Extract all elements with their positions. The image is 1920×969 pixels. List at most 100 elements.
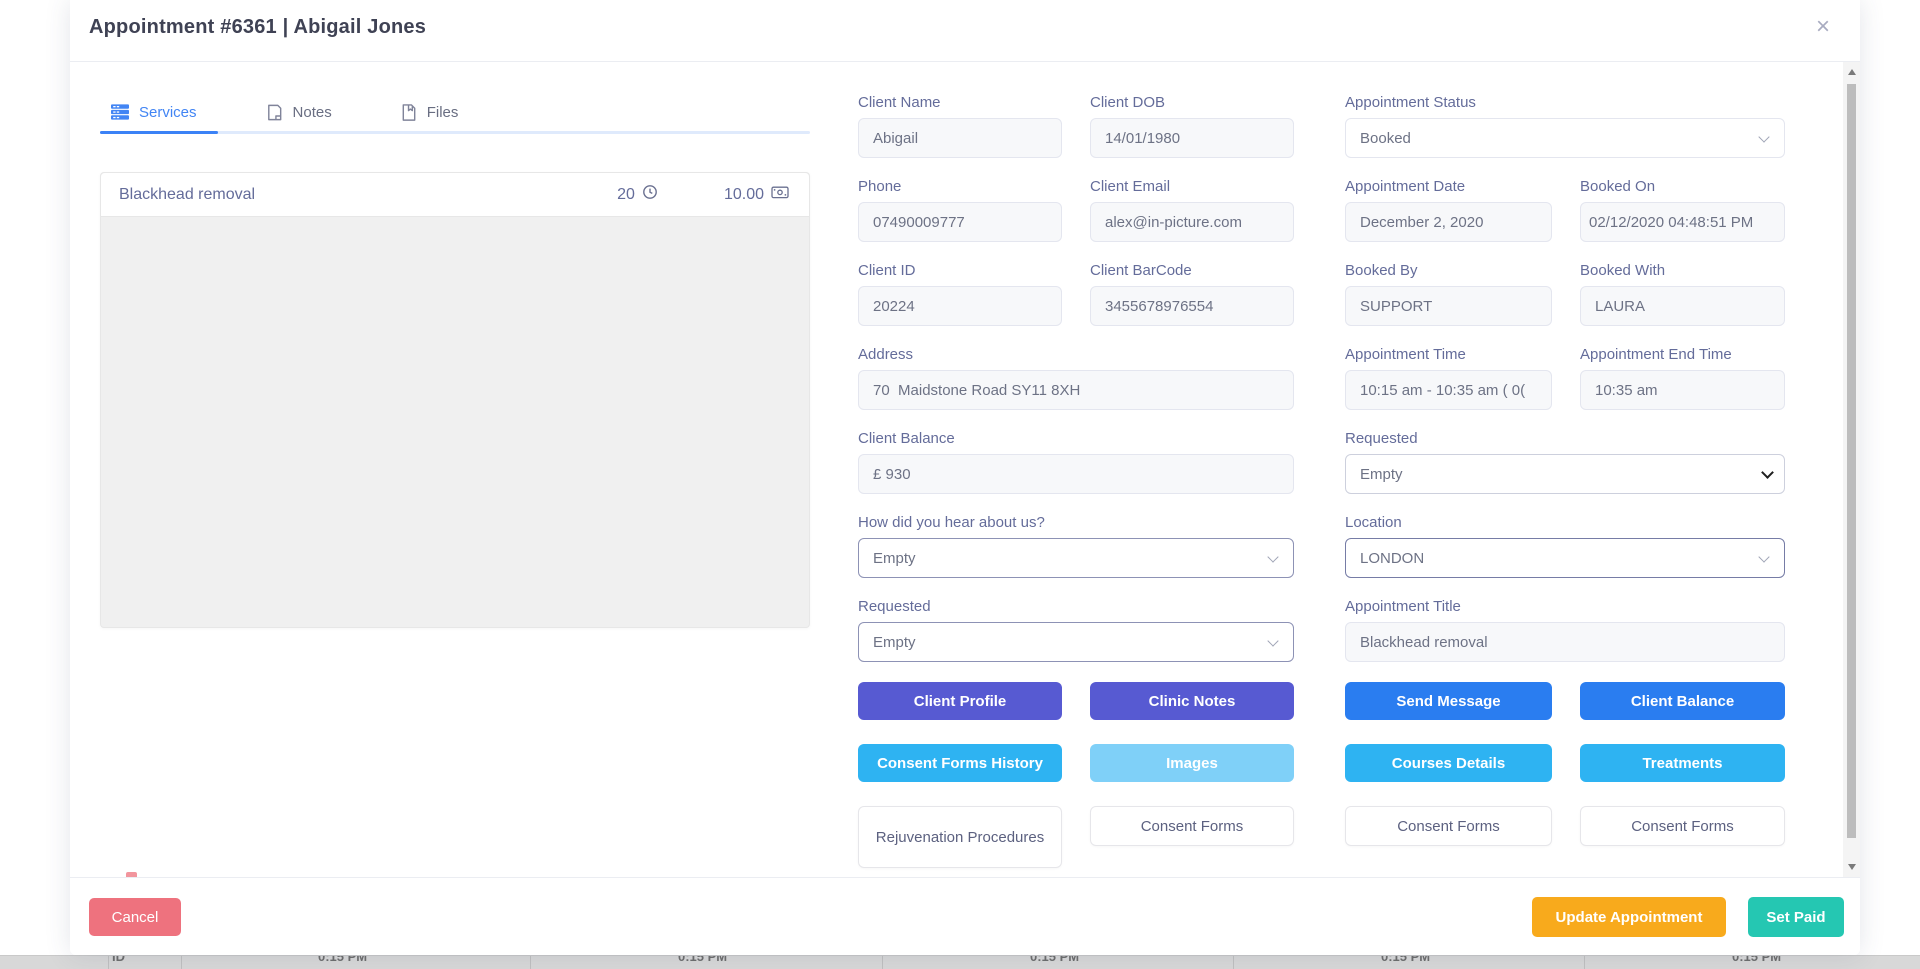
requested-value: Empty — [1360, 466, 1403, 483]
tab-files[interactable]: Files — [390, 103, 459, 122]
appointment-status-value: Booked — [1360, 130, 1411, 147]
divider — [882, 956, 883, 969]
client-dob-label: Client DOB — [1090, 94, 1294, 111]
modal-body: Services Notes — [70, 62, 1860, 877]
chevron-down-icon — [1758, 131, 1769, 142]
courses-details-button[interactable]: Courses Details — [1345, 744, 1552, 782]
tab-files-label: Files — [427, 104, 459, 121]
stray-red-mark — [126, 872, 137, 877]
bg-column-time: 0:15 PM — [1030, 955, 1079, 964]
client-id-label: Client ID — [858, 262, 1062, 279]
treatments-button[interactable]: Treatments — [1580, 744, 1785, 782]
client-email-field[interactable]: alex@in-picture.com — [1090, 202, 1294, 242]
tab-notes[interactable]: Notes — [255, 103, 332, 122]
scrollbar-thumb[interactable] — [1847, 84, 1856, 838]
divider — [1233, 956, 1234, 969]
service-name: Blackhead removal — [119, 186, 617, 204]
phone-field[interactable]: 07490009777 — [858, 202, 1062, 242]
hear-about-select[interactable]: Empty — [858, 538, 1294, 578]
divider — [1584, 956, 1585, 969]
close-icon[interactable]: × — [1816, 12, 1830, 42]
requested-2-select[interactable]: Empty — [858, 622, 1294, 662]
client-email-label: Client Email — [1090, 178, 1294, 195]
scroll-up-arrow-icon[interactable] — [1843, 64, 1860, 80]
client-balance-field[interactable]: £ 930 — [858, 454, 1294, 494]
hear-about-value: Empty — [873, 550, 916, 567]
address-label: Address — [858, 346, 1294, 363]
divider — [181, 956, 182, 969]
modal-footer: Cancel Update Appointment Set Paid — [70, 877, 1860, 955]
client-profile-button[interactable]: Client Profile — [858, 682, 1062, 720]
appointment-status-select[interactable]: Booked — [1345, 118, 1785, 158]
appointment-end-time-label: Appointment End Time — [1580, 346, 1785, 363]
booked-on-label: Booked On — [1580, 178, 1785, 195]
client-name-field[interactable]: Abigail — [858, 118, 1062, 158]
service-duration-value: 20 — [617, 186, 635, 204]
consent-forms-button[interactable]: Consent Forms — [1580, 806, 1785, 846]
appointment-date-field[interactable]: December 2, 2020 — [1345, 202, 1552, 242]
requested-2-value: Empty — [873, 634, 916, 651]
location-label: Location — [1345, 514, 1785, 531]
left-panel: Services Notes — [100, 98, 810, 848]
location-value: LONDON — [1360, 550, 1424, 567]
client-barcode-label: Client BarCode — [1090, 262, 1294, 279]
requested-select[interactable]: Empty — [1345, 454, 1785, 494]
chevron-down-icon — [1758, 551, 1769, 562]
booked-by-label: Booked By — [1345, 262, 1552, 279]
chevron-down-icon — [1761, 466, 1774, 479]
client-dob-field[interactable]: 14/01/1980 — [1090, 118, 1294, 158]
divider — [530, 956, 531, 969]
tab-services[interactable]: Services — [100, 102, 197, 122]
bg-column-time: 0:15 PM — [1732, 955, 1781, 964]
appointment-modal: Appointment #6361 | Abigail Jones × — [70, 0, 1860, 955]
service-duration: 20 — [617, 184, 658, 205]
client-name-label: Client Name — [858, 94, 1062, 111]
modal-title: Appointment #6361 | Abigail Jones — [89, 16, 426, 39]
chevron-down-icon — [1267, 635, 1278, 646]
update-appointment-button[interactable]: Update Appointment — [1532, 897, 1726, 937]
rejuvenation-procedures-button[interactable]: Rejuvenation Procedures — [858, 806, 1062, 868]
consent-forms-history-button[interactable]: Consent Forms History — [858, 744, 1062, 782]
client-balance-label: Client Balance — [858, 430, 1294, 447]
requested-label: Requested — [1345, 430, 1785, 447]
appointment-status-label: Appointment Status — [1345, 94, 1785, 111]
clock-icon — [642, 184, 658, 205]
appointment-time-field[interactable]: 10:15 am - 10:35 am ( 0( — [1345, 370, 1552, 410]
cancel-button[interactable]: Cancel — [89, 898, 181, 936]
money-icon — [771, 185, 789, 205]
client-id-field[interactable]: 20224 — [858, 286, 1062, 326]
set-paid-button[interactable]: Set Paid — [1748, 897, 1844, 937]
notes-icon — [265, 103, 284, 122]
consent-forms-button[interactable]: Consent Forms — [1345, 806, 1552, 846]
bg-column-time: 0:15 PM — [318, 955, 367, 964]
client-balance-button[interactable]: Client Balance — [1580, 682, 1785, 720]
appointment-title-label: Appointment Title — [1345, 598, 1785, 615]
consent-forms-button[interactable]: Consent Forms — [1090, 806, 1294, 846]
hear-about-label: How did you hear about us? — [858, 514, 1294, 531]
phone-label: Phone — [858, 178, 1062, 195]
booked-by-field[interactable]: SUPPORT — [1345, 286, 1552, 326]
scrollbar[interactable] — [1843, 62, 1860, 877]
scroll-down-arrow-icon[interactable] — [1843, 859, 1860, 875]
appointment-title-field[interactable]: Blackhead removal — [1345, 622, 1785, 662]
send-message-button[interactable]: Send Message — [1345, 682, 1552, 720]
files-icon — [400, 103, 418, 122]
service-row[interactable]: Blackhead removal 20 10.00 — [101, 173, 809, 217]
tab-services-label: Services — [139, 104, 197, 121]
bg-column-id: ID — [112, 955, 125, 964]
booked-on-field[interactable]: 02/12/2020 04:48:51 PM — [1580, 202, 1785, 242]
booked-with-label: Booked With — [1580, 262, 1785, 279]
appointment-time-label: Appointment Time — [1345, 346, 1552, 363]
images-button[interactable]: Images — [1090, 744, 1294, 782]
clinic-notes-button[interactable]: Clinic Notes — [1090, 682, 1294, 720]
appointment-end-time-field[interactable]: 10:35 am — [1580, 370, 1785, 410]
booked-with-field[interactable]: LAURA — [1580, 286, 1785, 326]
divider — [108, 956, 109, 969]
requested-2-label: Requested — [858, 598, 1294, 615]
services-list: Blackhead removal 20 10.00 — [100, 172, 810, 628]
address-field[interactable]: 70 Maidstone Road SY11 8XH — [858, 370, 1294, 410]
client-barcode-field[interactable]: 3455678976554 — [1090, 286, 1294, 326]
background-calendar-strip: ID 0:15 PM 0:15 PM 0:15 PM 0:15 PM 0:15 … — [0, 955, 1920, 969]
services-icon — [110, 102, 130, 122]
location-select[interactable]: LONDON — [1345, 538, 1785, 578]
